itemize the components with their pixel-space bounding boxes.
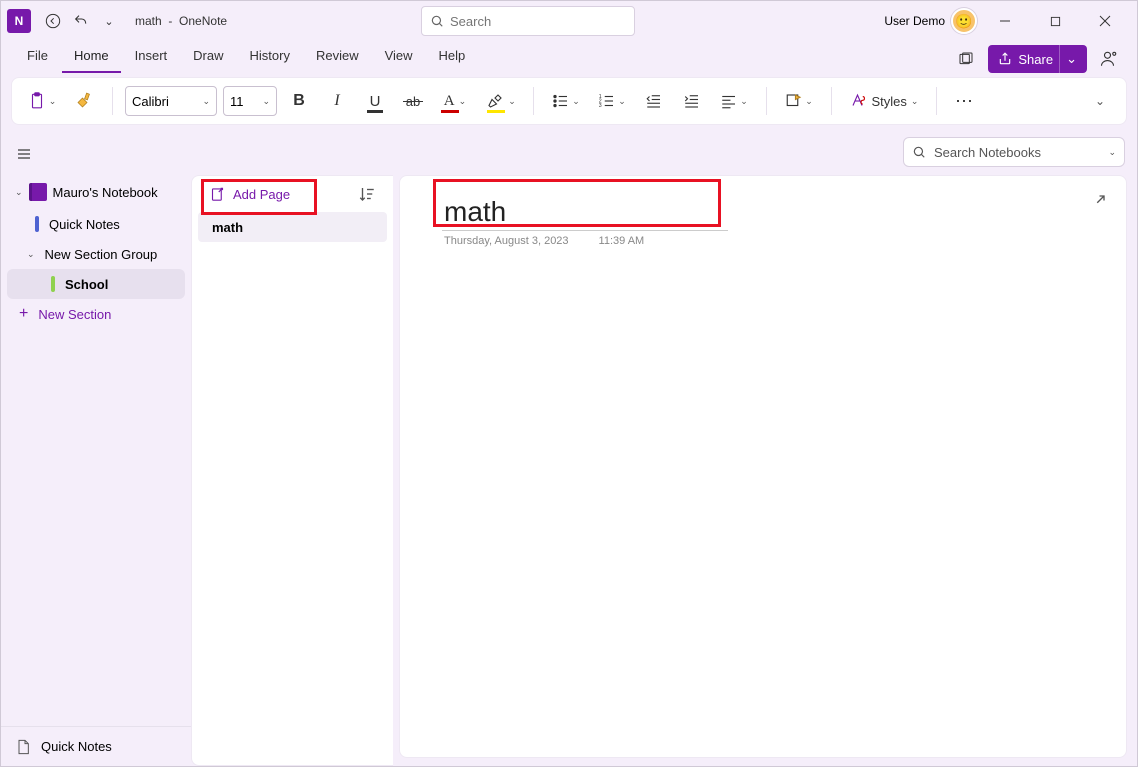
font-color-button[interactable]: A⌄ (435, 85, 475, 117)
new-section-button[interactable]: + New Section (1, 299, 191, 329)
user-name[interactable]: User Demo (884, 14, 945, 28)
section-school[interactable]: School (7, 269, 185, 299)
undo-button[interactable] (67, 7, 95, 35)
page-date: Thursday, August 3, 2023 (444, 235, 569, 247)
font-name: Calibri (132, 94, 169, 109)
menu-insert[interactable]: Insert (123, 42, 180, 73)
page-item-label: math (212, 220, 243, 235)
underline-button[interactable]: U (359, 85, 391, 117)
menu-view[interactable]: View (373, 42, 425, 73)
quick-notes-footer[interactable]: Quick Notes (1, 726, 191, 766)
section-group[interactable]: ⌄ New Section Group (7, 239, 185, 269)
window-title: math - OneNote (135, 14, 227, 28)
bullet-list-button[interactable]: ⌄ (546, 85, 586, 117)
section-quick-notes[interactable]: Quick Notes (7, 209, 185, 239)
open-in-new-window-button[interactable] (952, 45, 980, 73)
customize-quick-access[interactable]: ⌄ (95, 7, 123, 35)
page-list-panel: Add Page math (191, 175, 393, 766)
notebook-icon (29, 183, 47, 201)
increase-indent-button[interactable] (676, 85, 708, 117)
new-section-label: New Section (38, 307, 111, 322)
search-box[interactable] (421, 6, 635, 36)
fullscreen-button[interactable] (1082, 186, 1114, 218)
menu-file[interactable]: File (15, 42, 60, 73)
ribbon: ⌄ Calibri ⌄ 11 ⌄ B I U ab A⌄ ⌄ ⌄ 123 ⌄ ⌄ (11, 77, 1127, 125)
account-manager-button[interactable] (1095, 45, 1123, 73)
styles-button[interactable]: Styles ⌄ (844, 85, 924, 117)
strikethrough-button[interactable]: ab (397, 85, 429, 117)
close-button[interactable] (1083, 6, 1127, 36)
maximize-button[interactable] (1033, 6, 1077, 36)
plus-icon: + (19, 305, 28, 323)
font-size-selector[interactable]: 11 ⌄ (223, 86, 277, 116)
menu-review[interactable]: Review (304, 42, 371, 73)
bold-button[interactable]: B (283, 85, 315, 117)
sort-pages-button[interactable] (351, 178, 383, 210)
ribbon-expand-button[interactable]: ⌄ (1084, 85, 1116, 117)
title-bar: N ⌄ math - OneNote User Demo 🙂 (1, 1, 1137, 41)
share-button[interactable]: Share ⌄ (988, 45, 1087, 73)
section-label: Quick Notes (49, 217, 120, 232)
add-page-icon (210, 187, 225, 202)
page-list-item[interactable]: math (198, 212, 387, 242)
notebook-header[interactable]: ⌄ Mauro's Notebook (7, 175, 185, 209)
app-icon: N (7, 9, 31, 33)
add-page-button[interactable]: Add Page (202, 183, 298, 206)
paste-button[interactable]: ⌄ (22, 85, 62, 117)
tag-button[interactable]: ⌄ (779, 85, 819, 117)
align-button[interactable]: ⌄ (714, 85, 754, 117)
app-name: OneNote (179, 14, 227, 28)
more-button[interactable]: ⋯ (949, 85, 981, 117)
note-canvas[interactable]: math Thursday, August 3, 2023 11:39 AM (399, 175, 1127, 758)
menu-help[interactable]: Help (427, 42, 478, 73)
chevron-down-icon: ⌄ (15, 187, 23, 198)
search-icon (430, 14, 444, 28)
share-label: Share (1018, 52, 1053, 67)
styles-label: Styles (872, 94, 907, 109)
font-size: 11 (230, 94, 244, 109)
menu-history[interactable]: History (238, 42, 302, 73)
italic-button[interactable]: I (321, 85, 353, 117)
search-input[interactable] (450, 14, 626, 29)
share-icon (998, 52, 1012, 66)
numbered-list-button[interactable]: 123 ⌄ (592, 85, 632, 117)
menu-home[interactable]: Home (62, 42, 121, 73)
user-avatar[interactable]: 🙂 (951, 8, 977, 34)
page-title[interactable]: math (440, 190, 716, 230)
format-painter-button[interactable] (68, 85, 100, 117)
decrease-indent-button[interactable] (638, 85, 670, 117)
highlight-button[interactable]: ⌄ (481, 85, 521, 117)
menu-bar: File Home Insert Draw History Review Vie… (1, 41, 1137, 73)
share-dropdown[interactable]: ⌄ (1059, 45, 1083, 73)
font-selector[interactable]: Calibri ⌄ (125, 86, 217, 116)
quick-notes-label: Quick Notes (41, 739, 112, 754)
minimize-button[interactable] (983, 6, 1027, 36)
section-label: School (65, 277, 108, 292)
svg-text:3: 3 (599, 103, 602, 109)
page-icon (15, 739, 31, 755)
chevron-down-icon: ⌄ (27, 249, 35, 260)
document-name: math (135, 14, 162, 28)
back-button[interactable] (39, 7, 67, 35)
notebook-name: Mauro's Notebook (53, 185, 158, 200)
add-page-label: Add Page (233, 187, 290, 202)
page-time: 11:39 AM (599, 235, 645, 247)
section-group-label: New Section Group (45, 247, 158, 262)
notebook-panel: ⌄ Mauro's Notebook Quick Notes ⌄ New Sec… (1, 133, 191, 766)
page-metadata: Thursday, August 3, 2023 11:39 AM (440, 231, 1086, 251)
menu-draw[interactable]: Draw (181, 42, 235, 73)
workspace: ⌄ Mauro's Notebook Quick Notes ⌄ New Sec… (1, 133, 1137, 766)
